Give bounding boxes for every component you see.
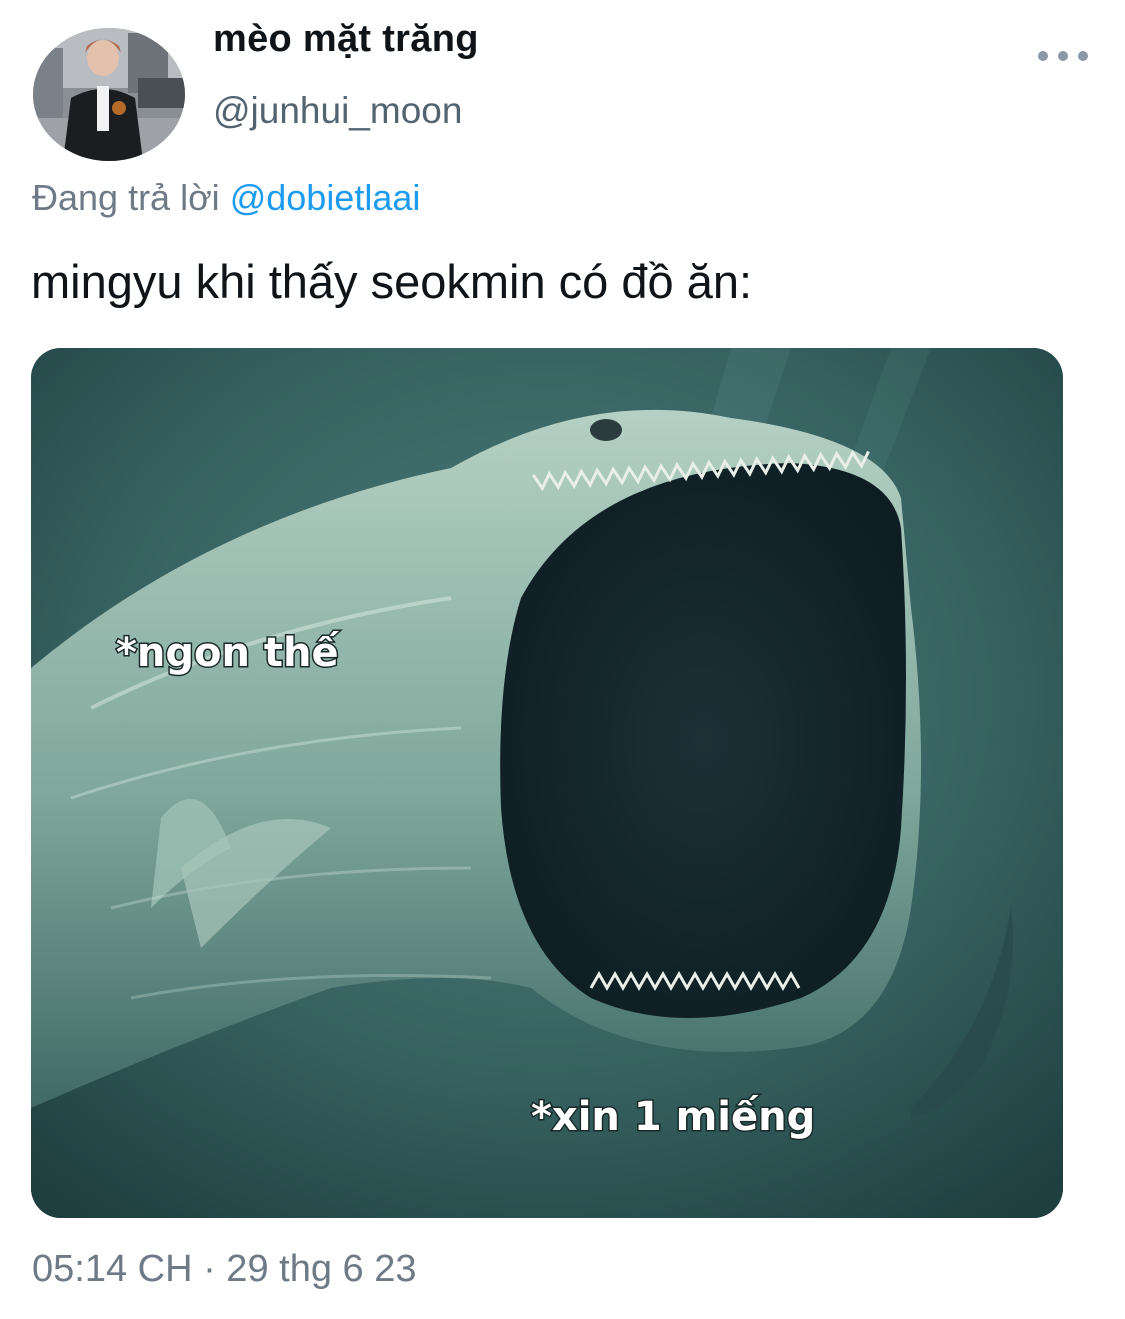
avatar-photo (33, 28, 185, 161)
replying-to-mention[interactable]: @dobietlaai (230, 177, 421, 218)
caption-ngon-the: *ngon thế (116, 630, 340, 676)
caption-xin-1-mieng: *xin 1 miếng (531, 1094, 815, 1140)
dot (1058, 51, 1068, 61)
tweet-text: mingyu khi thấy seokmin có đồ ăn: (31, 255, 753, 308)
replying-to: Đang trả lời @dobietlaai (32, 177, 420, 219)
avatar[interactable] (33, 28, 185, 161)
replying-to-label: Đang trả lời (32, 177, 220, 218)
more-options-icon[interactable] (1038, 36, 1088, 76)
author-handle[interactable]: @junhui_moon (213, 90, 462, 132)
tweet-timestamp[interactable]: 05:14 CH · 29 thg 6 23 (32, 1248, 416, 1291)
tweet-image[interactable]: *ngon thế *xin 1 miếng (31, 348, 1063, 1218)
dot (1038, 51, 1048, 61)
whale-meme-image: *ngon thế *xin 1 miếng (31, 348, 1063, 1218)
author-display-name[interactable]: mèo mặt trăng (213, 18, 479, 61)
dot (1078, 51, 1088, 61)
